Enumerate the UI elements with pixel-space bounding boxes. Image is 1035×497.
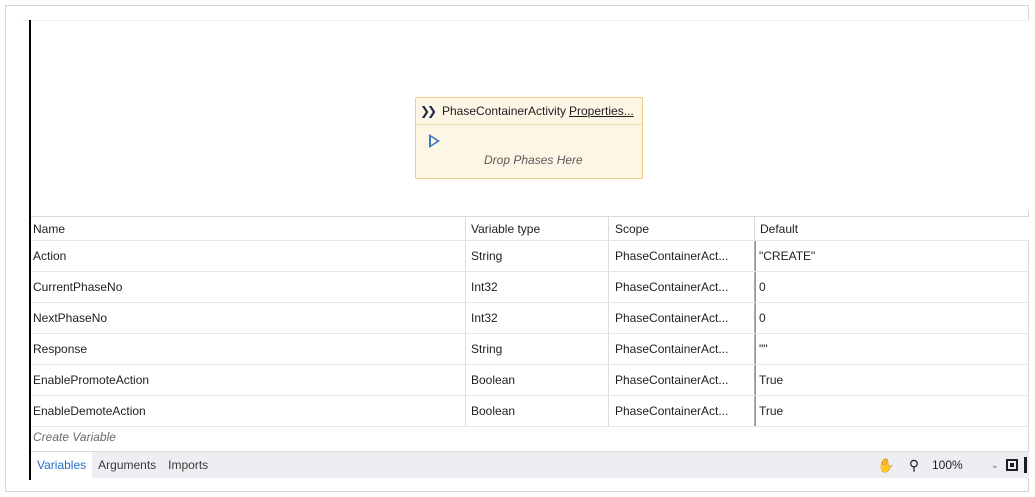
variable-name-cell[interactable]: Action xyxy=(31,241,466,271)
variable-type-cell[interactable]: Boolean xyxy=(466,365,609,395)
table-row[interactable]: Response String PhaseContainerAct... "" xyxy=(31,334,1029,365)
variable-name-cell[interactable]: NextPhaseNo xyxy=(31,303,466,333)
variable-name-cell[interactable]: CurrentPhaseNo xyxy=(31,272,466,302)
variable-default-cell[interactable]: True xyxy=(755,396,1029,426)
magnifier-icon[interactable]: ⚲ xyxy=(904,457,924,474)
default-value-input[interactable]: "CREATE" xyxy=(755,241,1024,271)
activity-header[interactable]: ❯❯ PhaseContainerActivity Properties... xyxy=(416,98,642,125)
variable-name-cell[interactable]: EnableDemoteAction xyxy=(31,396,466,426)
tab-arguments[interactable]: Arguments xyxy=(92,452,162,478)
variable-type-cell[interactable]: Int32 xyxy=(466,303,609,333)
variable-default-cell[interactable]: 0 xyxy=(755,272,1029,302)
default-value-input[interactable]: True xyxy=(755,365,1024,395)
double-chevron-right-icon: ❯❯ xyxy=(420,104,437,118)
default-value-input[interactable]: 0 xyxy=(755,272,1024,302)
variable-scope-cell[interactable]: PhaseContainerAct... xyxy=(609,303,755,333)
variable-name-cell[interactable]: Response xyxy=(31,334,466,364)
column-header-name[interactable]: Name xyxy=(31,217,466,240)
chevron-down-icon[interactable]: ⌄ xyxy=(984,460,1006,471)
table-row[interactable]: Action String PhaseContainerAct... "CREA… xyxy=(31,241,1029,272)
table-row[interactable]: EnableDemoteAction Boolean PhaseContaine… xyxy=(31,396,1029,427)
variable-scope-cell[interactable]: PhaseContainerAct... xyxy=(609,241,755,271)
hand-pan-icon[interactable]: ✋ xyxy=(876,457,896,474)
variable-default-cell[interactable]: "CREATE" xyxy=(755,241,1029,271)
variable-scope-cell[interactable]: PhaseContainerAct... xyxy=(609,396,755,426)
grid-header-row: Name Variable type Scope Default xyxy=(31,217,1029,241)
variable-type-cell[interactable]: String xyxy=(466,241,609,271)
variable-default-cell[interactable]: 0 xyxy=(755,303,1029,333)
default-value-input[interactable]: 0 xyxy=(755,303,1024,333)
activity-drop-zone[interactable]: Drop Phases Here xyxy=(416,125,642,179)
designer-status-bar: Variables Arguments Imports ✋ ⚲ 100% ⌄ xyxy=(31,451,1029,478)
variable-scope-cell[interactable]: PhaseContainerAct... xyxy=(609,334,755,364)
variables-grid: Name Variable type Scope Default Action … xyxy=(31,216,1029,447)
variable-type-cell[interactable]: Int32 xyxy=(466,272,609,302)
column-header-variable-type[interactable]: Variable type xyxy=(466,217,609,240)
activity-title: PhaseContainerActivity xyxy=(442,104,567,118)
variable-type-cell[interactable]: Boolean xyxy=(466,396,609,426)
variable-default-cell[interactable]: True xyxy=(755,365,1029,395)
column-header-default[interactable]: Default xyxy=(755,217,1029,240)
overview-icon[interactable] xyxy=(1024,457,1027,473)
variable-scope-cell[interactable]: PhaseContainerAct... xyxy=(609,272,755,302)
default-value-input[interactable]: True xyxy=(755,396,1024,426)
default-value-input[interactable]: "" xyxy=(755,334,1024,364)
tab-variables[interactable]: Variables xyxy=(31,452,93,478)
table-row[interactable]: NextPhaseNo Int32 PhaseContainerAct... 0 xyxy=(31,303,1029,334)
variable-scope-cell[interactable]: PhaseContainerAct... xyxy=(609,365,755,395)
table-row[interactable]: CurrentPhaseNo Int32 PhaseContainerAct..… xyxy=(31,272,1029,303)
drop-phases-hint: Drop Phases Here xyxy=(484,153,583,167)
column-header-scope[interactable]: Scope xyxy=(609,217,755,240)
variable-default-cell[interactable]: "" xyxy=(755,334,1029,364)
zoom-controls: ✋ ⚲ 100% ⌄ xyxy=(876,452,1029,478)
phase-container-activity[interactable]: ❯❯ PhaseContainerActivity Properties... … xyxy=(415,97,643,179)
play-outline-icon xyxy=(429,134,440,148)
tab-imports[interactable]: Imports xyxy=(162,452,214,478)
variable-type-cell[interactable]: String xyxy=(466,334,609,364)
properties-link[interactable]: Properties... xyxy=(569,104,634,118)
fit-to-screen-icon[interactable] xyxy=(1006,459,1018,471)
table-row[interactable]: EnablePromoteAction Boolean PhaseContain… xyxy=(31,365,1029,396)
zoom-level-select[interactable]: 100% xyxy=(932,458,984,472)
create-variable-row[interactable]: Create Variable xyxy=(31,427,1029,447)
variable-name-cell[interactable]: EnablePromoteAction xyxy=(31,365,466,395)
